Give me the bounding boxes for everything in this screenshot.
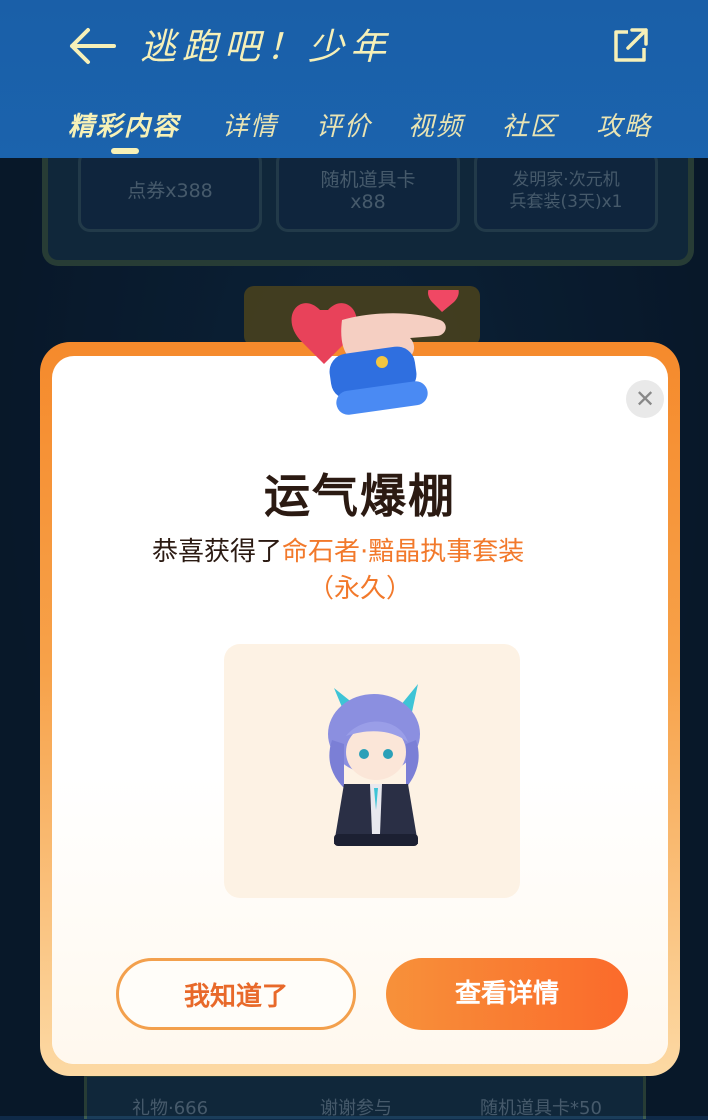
view-details-button[interactable]: 查看详情 bbox=[386, 958, 628, 1030]
app-header: 逃跑吧！少年 精彩内容 详情 评价 视频 社区 攻略 bbox=[0, 0, 708, 158]
active-tab-indicator bbox=[111, 148, 139, 154]
share-external-icon[interactable] bbox=[610, 26, 650, 66]
prize-message: 恭喜获得了命石者·黯晶执事套装 bbox=[152, 536, 592, 568]
prize-name: 命石者·黯晶执事套装 bbox=[282, 537, 525, 567]
close-icon[interactable]: ✕ bbox=[626, 380, 664, 418]
page-title: 逃跑吧！少年 bbox=[140, 27, 393, 68]
character-avatar-icon bbox=[328, 684, 420, 846]
tab-bar: 精彩内容 详情 评价 视频 社区 攻略 bbox=[0, 102, 708, 158]
tab-reviews[interactable]: 评价 bbox=[316, 106, 372, 143]
prize-duration: （永久） bbox=[307, 574, 412, 604]
hand-heart-icon bbox=[291, 290, 459, 415]
arrow-left-icon[interactable] bbox=[64, 24, 118, 68]
dismiss-button[interactable]: 我知道了 bbox=[116, 958, 356, 1030]
tab-community[interactable]: 社区 bbox=[502, 106, 558, 143]
modal-body: ✕ 运气爆棚 恭喜获得了命石者·黯晶执事套装 （永久） 我知道了 查看详情 bbox=[52, 290, 668, 1064]
tab-details[interactable]: 详情 bbox=[222, 106, 278, 143]
message-prefix: 恭喜获得了 bbox=[152, 537, 283, 567]
tab-guides[interactable]: 攻略 bbox=[596, 106, 652, 143]
modal-title: 运气爆棚 bbox=[264, 469, 456, 523]
prize-modal: ✕ 运气爆棚 恭喜获得了命石者·黯晶执事套装 （永久） 我知道了 查看详情 bbox=[40, 290, 680, 1076]
tab-videos[interactable]: 视频 bbox=[408, 106, 464, 143]
prize-preview bbox=[224, 644, 520, 898]
tab-highlights[interactable]: 精彩内容 bbox=[68, 106, 180, 143]
